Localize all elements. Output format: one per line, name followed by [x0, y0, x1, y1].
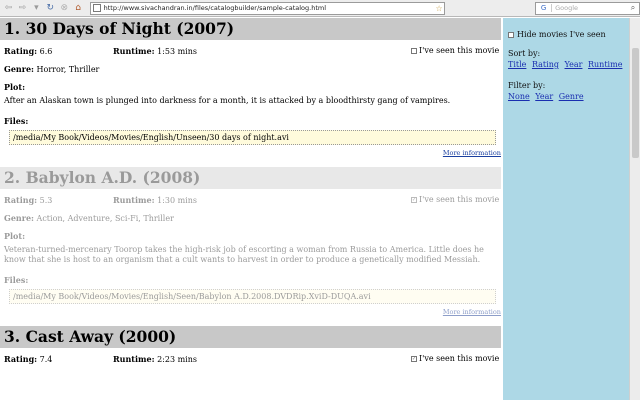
rating-label: Rating: — [4, 354, 38, 364]
seen-label: I've seen this movie — [419, 195, 500, 204]
rating: Rating: 5.3 — [4, 195, 52, 205]
page-icon — [92, 4, 101, 12]
runtime-value: 1:30 mins — [157, 196, 197, 205]
seen-checkbox[interactable] — [411, 47, 417, 54]
search-input[interactable]: Google — [552, 4, 627, 12]
plot-label: Plot: — [4, 231, 26, 241]
runtime-label: Runtime: — [113, 195, 155, 205]
sort-title-link[interactable]: Title — [508, 60, 526, 69]
url-text[interactable]: http://www.sivachandran.in/files/catalog… — [104, 4, 434, 12]
sort-by-label: Sort by: — [508, 49, 541, 58]
rating-value: 7.4 — [39, 355, 53, 364]
more-information-link[interactable]: More information — [0, 147, 501, 159]
sort-rating-link[interactable]: Rating — [532, 60, 559, 69]
plot-text: Veteran-turned-mercenary Toorop takes th… — [4, 245, 484, 264]
back-icon[interactable]: ⇦ — [3, 2, 14, 14]
seen-toggle[interactable]: ✓ I've seen this movie — [411, 195, 499, 204]
file-path[interactable]: /media/My Book/Videos/Movies/English/See… — [9, 289, 496, 304]
filter-options: None Year Genre — [508, 92, 629, 101]
rating-label: Rating: — [4, 195, 38, 205]
runtime-value: 2:23 mins — [157, 355, 197, 364]
movie-list: 1. 30 Days of Night (2007) Rating: 6.6 R… — [0, 18, 503, 400]
more-information-link[interactable]: More information — [0, 306, 501, 318]
hide-seen-toggle[interactable]: Hide movies I've seen — [508, 30, 629, 39]
movie-entry: 2. Babylon A.D. (2008) Rating: 5.3 Runti… — [0, 167, 501, 318]
rating: Rating: 7.4 — [4, 354, 52, 364]
files-label: Files: — [4, 275, 29, 285]
sidebar: Hide movies I've seen Sort by: Title Rat… — [503, 18, 629, 400]
search-engine-icon[interactable]: G — [536, 4, 553, 12]
filter-genre-link[interactable]: Genre — [559, 92, 584, 101]
home-icon[interactable]: ⌂ — [73, 2, 84, 14]
filter-year-link[interactable]: Year — [535, 92, 553, 101]
filter-none-link[interactable]: None — [508, 92, 530, 101]
movie-title: 2. Babylon A.D. (2008) — [0, 167, 501, 189]
movie-title: 1. 30 Days of Night (2007) — [0, 18, 501, 40]
bookmark-star-icon[interactable]: ☆ — [434, 4, 444, 13]
genre-label: Genre: — [4, 213, 34, 223]
plot-text: After an Alaskan town is plunged into da… — [4, 96, 451, 105]
genre-label: Genre: — [4, 64, 34, 74]
movie-meta: Rating: 5.3 Runtime: 1:30 mins ✓ I've see… — [0, 189, 501, 209]
page-content: 1. 30 Days of Night (2007) Rating: 6.6 R… — [0, 18, 640, 400]
sort-year-link[interactable]: Year — [565, 60, 583, 69]
runtime-value: 1:53 mins — [157, 47, 197, 56]
search-icon[interactable]: ⌕ — [627, 3, 639, 13]
browser-toolbar: ⇦ ⇨ ▾ ↻ ⊗ ⌂ http://www.sivachandran.in/f… — [0, 0, 640, 17]
movie-genre: Genre: Action, Adventure, Sci-Fi, Thrill… — [0, 209, 501, 228]
genre-value: Horror, Thriller — [36, 65, 100, 74]
seen-label: I've seen this movie — [419, 46, 500, 55]
seen-label: I've seen this movie — [419, 354, 500, 363]
plot-label: Plot: — [4, 82, 26, 92]
stop-icon[interactable]: ⊗ — [59, 2, 70, 14]
seen-toggle[interactable]: I've seen this movie — [411, 46, 499, 55]
genre-value: Action, Adventure, Sci-Fi, Thriller — [36, 214, 174, 223]
reload-icon[interactable]: ↻ — [45, 2, 56, 14]
runtime-label: Runtime: — [113, 46, 155, 56]
runtime: Runtime: 1:53 mins — [113, 46, 197, 56]
search-bar[interactable]: G Google ⌕ — [535, 1, 640, 15]
movie-meta: Rating: 7.4 Runtime: 2:23 mins ✓ I've see… — [0, 348, 501, 368]
runtime: Runtime: 2:23 mins — [113, 354, 197, 364]
file-path[interactable]: /media/My Book/Videos/Movies/English/Uns… — [9, 130, 496, 145]
sort-options: Title Rating Year Runtime — [508, 60, 629, 69]
files-label: Files: — [4, 116, 29, 126]
movie-entry: 3. Cast Away (2000) Rating: 7.4 Runtime:… — [0, 326, 501, 368]
rating-value: 5.3 — [39, 196, 53, 205]
url-bar[interactable]: http://www.sivachandran.in/files/catalog… — [89, 1, 446, 15]
movie-title: 3. Cast Away (2000) — [0, 326, 501, 348]
runtime: Runtime: 1:30 mins — [113, 195, 197, 205]
hide-seen-label: Hide movies I've seen — [517, 30, 606, 39]
forward-icon[interactable]: ⇨ — [17, 2, 28, 14]
sort-runtime-link[interactable]: Runtime — [588, 60, 622, 69]
seen-checkbox[interactable]: ✓ — [411, 196, 417, 203]
movie-genre: Genre: Horror, Thriller — [0, 60, 501, 79]
vertical-scrollbar[interactable] — [629, 18, 640, 400]
seen-toggle[interactable]: ✓ I've seen this movie — [411, 354, 499, 363]
movie-meta: Rating: 6.6 Runtime: 1:53 mins I've seen… — [0, 40, 501, 60]
runtime-label: Runtime: — [113, 354, 155, 364]
rating-value: 6.6 — [39, 47, 53, 56]
rating-label: Rating: — [4, 46, 38, 56]
rating: Rating: 6.6 — [4, 46, 52, 56]
movie-entry: 1. 30 Days of Night (2007) Rating: 6.6 R… — [0, 18, 501, 159]
seen-checkbox[interactable]: ✓ — [411, 355, 417, 362]
history-dropdown-icon[interactable]: ▾ — [31, 2, 42, 14]
scrollbar-thumb[interactable] — [632, 48, 639, 158]
hide-seen-checkbox[interactable] — [508, 31, 514, 38]
filter-by-label: Filter by: — [508, 81, 546, 90]
